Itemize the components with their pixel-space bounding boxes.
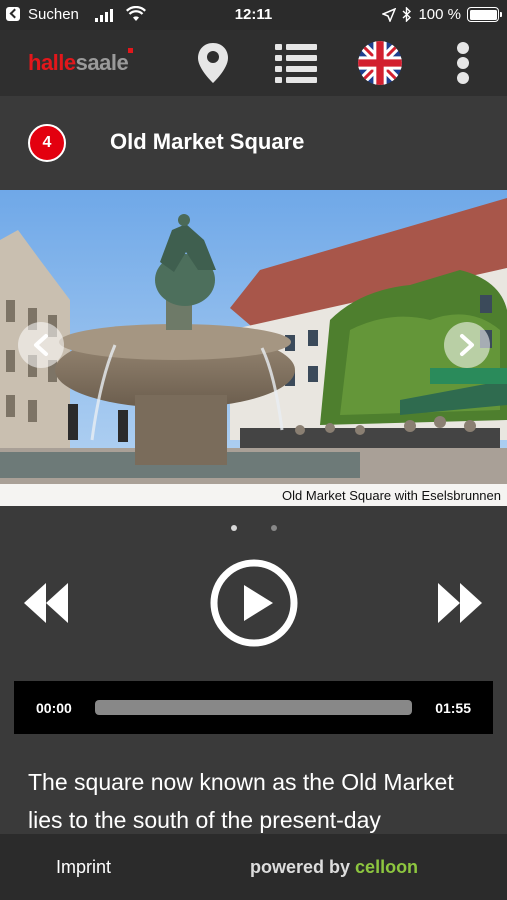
map-pin-icon bbox=[198, 43, 228, 83]
next-photo-button[interactable] bbox=[444, 322, 490, 368]
gallery-page-indicator[interactable] bbox=[0, 525, 507, 531]
photo-caption: Old Market Square with Eselsbrunnen bbox=[0, 484, 507, 506]
celloon-brand: celloon bbox=[355, 857, 419, 877]
fast-forward-button[interactable] bbox=[434, 578, 486, 628]
duration: 01:55 bbox=[435, 700, 471, 716]
chevron-left-icon bbox=[34, 334, 48, 356]
list-button[interactable] bbox=[273, 40, 319, 86]
station-number-badge: 4 bbox=[28, 124, 66, 162]
chevron-right-icon bbox=[460, 334, 474, 356]
station-description: The square now known as the Old Market l… bbox=[28, 769, 454, 833]
station-header: 4 Old Market Square bbox=[0, 96, 507, 190]
battery-icon bbox=[467, 7, 502, 22]
map-button[interactable] bbox=[190, 40, 236, 86]
page-dot-2[interactable] bbox=[270, 525, 277, 531]
powered-by-credit[interactable]: powered by celloon bbox=[250, 857, 418, 878]
fountain-photo bbox=[0, 190, 507, 506]
page-dot-1[interactable] bbox=[230, 525, 237, 531]
hallesaale-logo[interactable]: hallesaale bbox=[28, 48, 134, 76]
fast-forward-icon bbox=[438, 583, 482, 623]
play-icon bbox=[210, 559, 298, 647]
app-bar: hallesaale bbox=[0, 30, 507, 96]
rewind-icon bbox=[24, 583, 68, 623]
footer: Imprint powered by celloon bbox=[0, 834, 507, 900]
play-button[interactable] bbox=[209, 558, 299, 648]
more-vertical-icon bbox=[457, 42, 469, 84]
battery-percent: 100 % bbox=[418, 6, 461, 23]
more-menu-button[interactable] bbox=[440, 40, 486, 86]
rewind-button[interactable] bbox=[20, 578, 72, 628]
audio-progress: 00:00 01:55 bbox=[14, 681, 493, 734]
current-time: 00:00 bbox=[36, 700, 72, 716]
photo-gallery[interactable]: Old Market Square with Eselsbrunnen bbox=[0, 190, 507, 506]
bluetooth-icon bbox=[402, 7, 412, 22]
progress-slider[interactable] bbox=[95, 700, 412, 715]
page-title: Old Market Square bbox=[110, 129, 305, 154]
previous-photo-button[interactable] bbox=[18, 322, 64, 368]
language-button[interactable] bbox=[357, 40, 403, 86]
location-arrow-icon bbox=[382, 7, 397, 22]
uk-flag-icon bbox=[358, 41, 402, 85]
list-icon bbox=[275, 44, 317, 83]
imprint-link[interactable]: Imprint bbox=[56, 857, 111, 878]
status-bar: Suchen 12:11 100 % bbox=[0, 0, 507, 30]
